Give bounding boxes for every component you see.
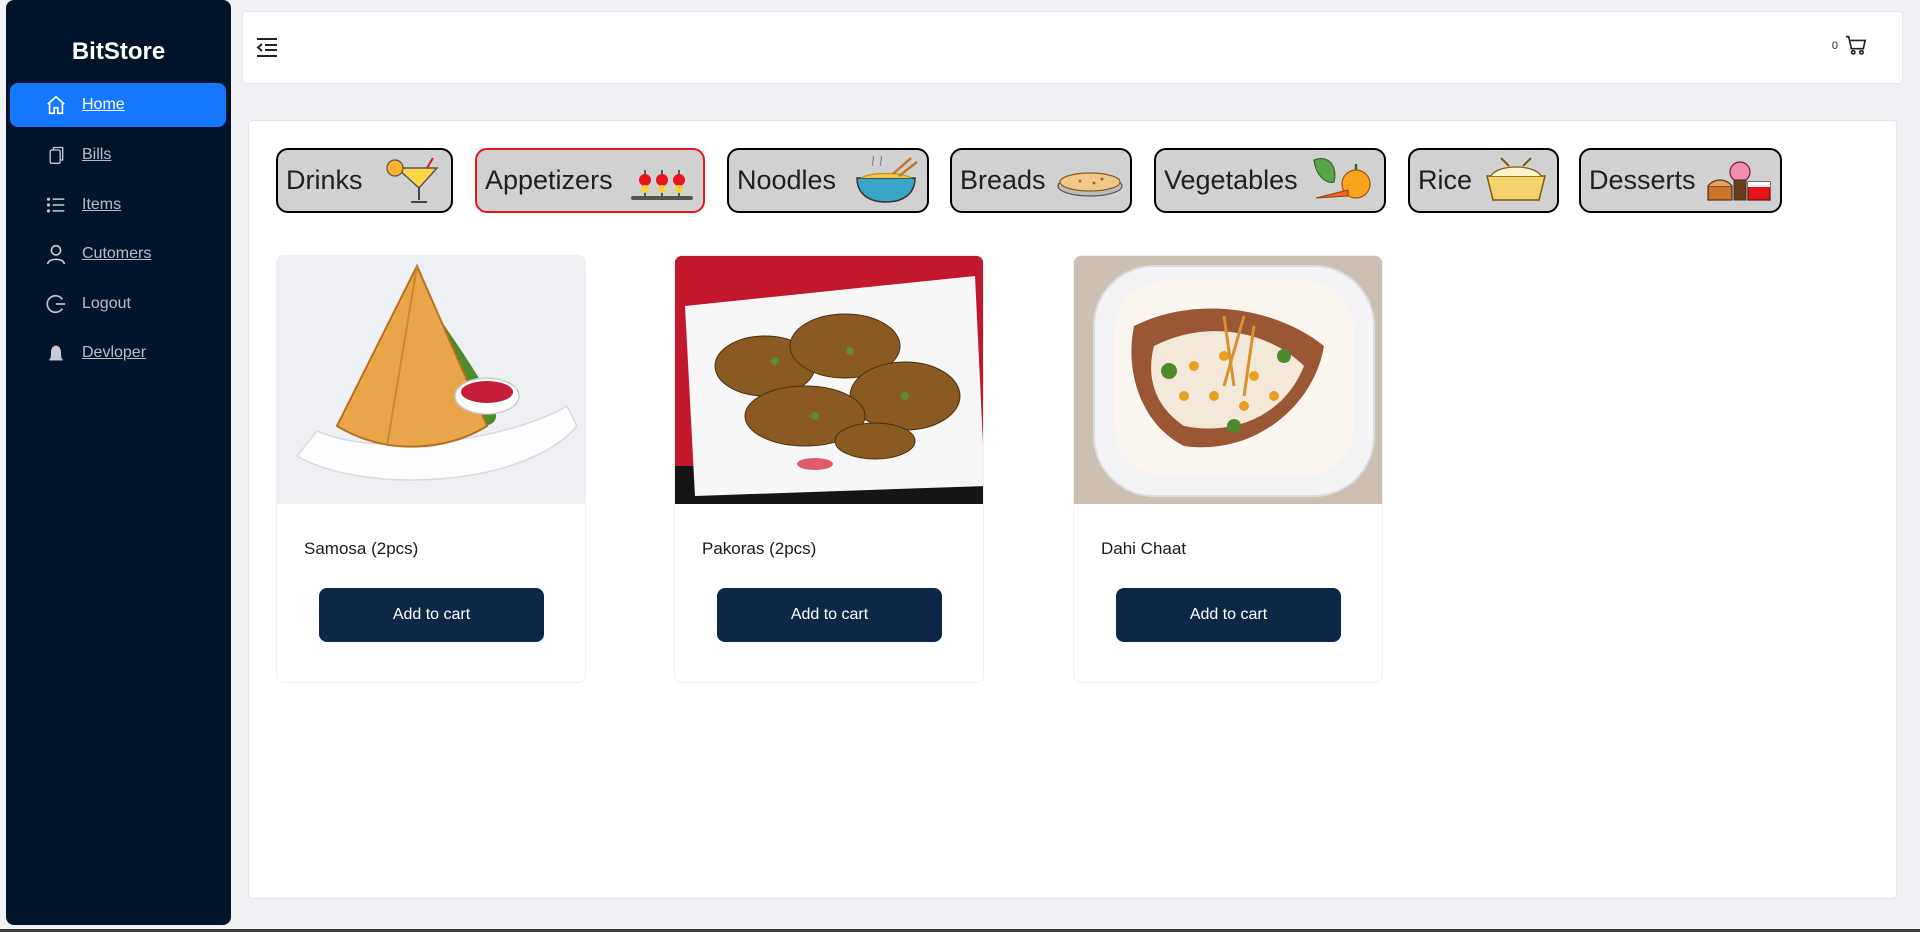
sidebar-item-label: Home — [82, 96, 125, 113]
sidebar: BitStore Home Bills Items Cutomers Logou… — [6, 0, 231, 925]
category-desserts[interactable]: Desserts — [1579, 148, 1782, 213]
sidebar-item-label: Bills — [82, 146, 112, 163]
product-card: Samosa (2pcs) Add to cart — [276, 255, 586, 683]
pakoras-image — [675, 256, 983, 504]
dahi-chaat-image — [1074, 256, 1382, 504]
app-logo: BitStore — [71, 38, 166, 65]
product-card: Dahi Chaat Add to cart — [1073, 255, 1383, 683]
main-content: Drinks Appetizers Noodles Breads Vegetab… — [248, 120, 1897, 899]
category-appetizers[interactable]: Appetizers — [475, 148, 705, 213]
sidebar-item-logout[interactable]: Logout — [10, 282, 226, 326]
bell-icon — [44, 342, 68, 364]
noodle-bowl-icon — [856, 156, 918, 203]
home-icon — [44, 94, 68, 116]
rice-pot-icon — [1486, 157, 1546, 201]
category-label: Appetizers — [485, 165, 613, 195]
category-label: Desserts — [1589, 165, 1696, 195]
list-icon — [44, 194, 68, 216]
sidebar-item-developer[interactable]: Devloper — [10, 331, 226, 375]
sidebar-item-customers[interactable]: Cutomers — [10, 232, 226, 276]
sidebar-item-label: Devloper — [82, 344, 147, 361]
sidebar-item-bills[interactable]: Bills — [10, 133, 226, 177]
category-label: Noodles — [737, 165, 837, 195]
product-card: Pakoras (2pcs) Add to cart — [674, 255, 984, 683]
flatbread-icon — [1057, 172, 1123, 197]
product-name: Dahi Chaat — [1101, 539, 1187, 558]
logout-icon — [44, 293, 68, 315]
category-noodles[interactable]: Noodles — [727, 148, 929, 213]
product-name: Pakoras (2pcs) — [702, 539, 817, 558]
cart-count: 0 — [1831, 40, 1838, 52]
user-icon — [44, 243, 68, 265]
sidebar-item-label: Logout — [82, 295, 131, 312]
category-label: Breads — [960, 165, 1046, 195]
category-drinks[interactable]: Drinks — [276, 148, 453, 213]
category-rice[interactable]: Rice — [1408, 148, 1559, 213]
product-name: Samosa (2pcs) — [304, 539, 419, 558]
add-to-cart-button[interactable]: Add to cart — [717, 588, 942, 642]
add-to-cart-button[interactable]: Add to cart — [1116, 588, 1341, 642]
cocktail-icon — [386, 157, 439, 203]
desserts-icon — [1707, 161, 1771, 201]
add-to-cart-button[interactable]: Add to cart — [319, 588, 544, 642]
sidebar-item-home[interactable]: Home — [10, 83, 226, 127]
category-label: Rice — [1418, 165, 1473, 195]
category-label: Drinks — [286, 165, 363, 195]
cart-icon[interactable] — [1845, 34, 1869, 58]
category-vegetables[interactable]: Vegetables — [1154, 148, 1386, 213]
skewers-icon — [631, 170, 693, 200]
top-header: 0 — [242, 11, 1903, 84]
menu-fold-icon[interactable] — [255, 36, 281, 60]
category-label: Vegetables — [1164, 165, 1298, 195]
samosa-image — [277, 256, 585, 504]
vegetables-icon — [1313, 157, 1371, 199]
sidebar-item-label: Items — [82, 196, 122, 213]
bills-icon — [44, 144, 68, 166]
sidebar-item-label: Cutomers — [82, 245, 152, 262]
category-breads[interactable]: Breads — [950, 148, 1132, 213]
sidebar-item-items[interactable]: Items — [10, 183, 226, 227]
